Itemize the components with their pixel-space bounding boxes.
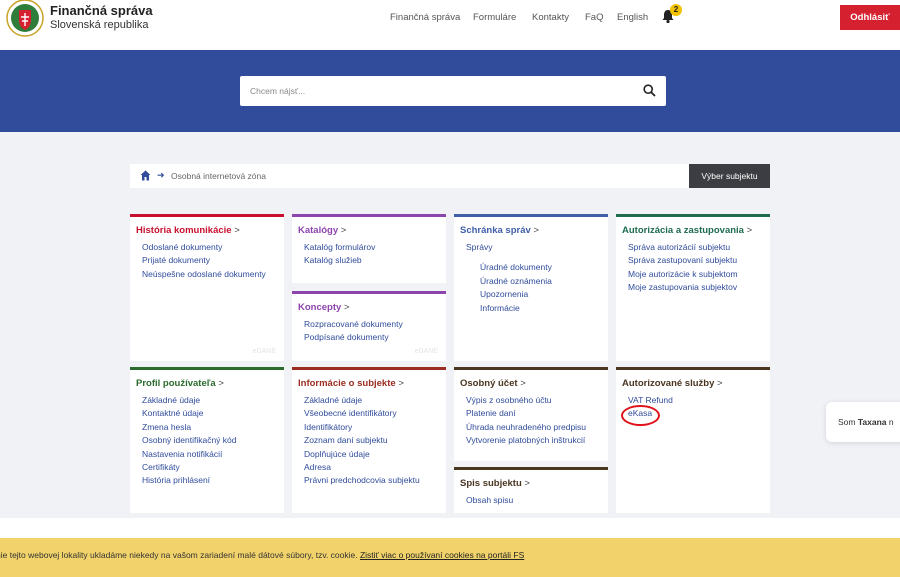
card-drafts-title[interactable]: Koncepty > <box>298 302 350 313</box>
link-messages[interactable]: Správy <box>466 241 552 254</box>
link-personal-id-code[interactable]: Osobný identifikačný kód <box>142 434 237 447</box>
nav-financna-sprava[interactable]: Finančná správa <box>390 12 460 23</box>
card-subject-info-title[interactable]: Informácie o subjekte > <box>298 378 404 389</box>
card-mailbox-title[interactable]: Schránka správ > <box>460 225 539 236</box>
brand-title: Finančná správa <box>50 3 153 18</box>
card-catalogs-title[interactable]: Katalógy > <box>298 225 346 236</box>
link-subject-authorizations[interactable]: Správa autorizácií subjektu <box>628 241 738 254</box>
logout-button[interactable]: Odhlásiť <box>840 5 900 30</box>
card-authorization: Autorizácia a zastupovania > Správa auto… <box>616 214 770 361</box>
link-contact-data[interactable]: Kontaktné údaje <box>142 407 237 420</box>
link-information[interactable]: Informácie <box>466 302 552 315</box>
link-forms-catalog[interactable]: Katalóg formulárov <box>304 241 375 254</box>
card-subject-file: Spis subjektu > Obsah spisu <box>454 467 608 513</box>
assistant-name: Taxana <box>857 417 887 427</box>
cookie-bar: nie tejto webovej lokality ukladáme niek… <box>0 538 900 577</box>
link-subject-basic-data[interactable]: Základné údaje <box>304 394 420 407</box>
watermark: eDANE <box>414 348 438 355</box>
brand-subtitle: Slovenská republika <box>50 19 149 31</box>
breadcrumb-current: Osobná internetová zóna <box>171 171 266 181</box>
link-general-identifiers[interactable]: Všeobecné identifikátory <box>304 407 420 420</box>
card-personal-account: Osobný účet > Výpis z osobného účtu Plat… <box>454 367 608 461</box>
link-notification-settings[interactable]: Nastavenia notifikácií <box>142 448 237 461</box>
link-pay-outstanding[interactable]: Úhrada neuhradeného predpisu <box>466 421 586 434</box>
card-mailbox: Schránka správ > Správy Úradné dokumenty… <box>454 214 608 361</box>
link-basic-data[interactable]: Základné údaje <box>142 394 237 407</box>
link-official-documents[interactable]: Úradné dokumenty <box>466 261 552 274</box>
link-subject-representations[interactable]: Správa zastupovaní subjektu <box>628 254 738 267</box>
page-footer-strip <box>0 518 900 538</box>
link-login-history[interactable]: História prihlásení <box>142 474 237 487</box>
link-official-notices[interactable]: Úradné oznámenia <box>466 275 552 288</box>
search-input[interactable]: Chcem nájsť... <box>240 76 666 106</box>
chat-text: Som Taxana n <box>838 417 894 427</box>
link-draft-documents[interactable]: Rozpracované dokumenty <box>304 318 403 331</box>
notification-badge: 2 <box>670 4 682 16</box>
link-my-representations[interactable]: Moje zastupovania subjektov <box>628 281 738 294</box>
cookie-info-link[interactable]: Zistiť viac o používaní cookies na portá… <box>360 550 524 560</box>
link-payment-instructions[interactable]: Vytvorenie platobných inštrukcií <box>466 434 586 447</box>
cookie-text: nie tejto webovej lokality ukladáme niek… <box>0 550 525 560</box>
card-personal-account-title[interactable]: Osobný účet > <box>460 378 526 389</box>
nav-kontakty[interactable]: Kontakty <box>532 12 569 23</box>
card-profile-title[interactable]: Profil používateľa > <box>136 378 224 389</box>
link-additional-data[interactable]: Doplňujúce údaje <box>304 448 420 461</box>
arrow-right-icon: ➜ <box>157 170 165 180</box>
coat-of-arms-logo[interactable] <box>6 0 44 40</box>
link-identifiers[interactable]: Identifikátory <box>304 421 420 434</box>
card-subject-file-title[interactable]: Spis subjektu > <box>460 478 530 489</box>
link-certificates[interactable]: Certifikáty <box>142 461 237 474</box>
link-sent-documents[interactable]: Odoslané dokumenty <box>142 241 266 254</box>
ekasa-highlight-circle <box>621 405 660 426</box>
link-my-authorizations[interactable]: Moje autorizácie k subjektom <box>628 268 738 281</box>
link-address[interactable]: Adresa <box>304 461 420 474</box>
link-pay-taxes[interactable]: Platenie daní <box>466 407 586 420</box>
card-authorization-title[interactable]: Autorizácia a zastupovania > <box>622 225 752 236</box>
link-services-catalog[interactable]: Katalóg služieb <box>304 254 375 267</box>
search-hero: Chcem nájsť... <box>0 50 900 132</box>
card-subject-info: Informácie o subjekte > Základné údaje V… <box>292 367 446 513</box>
card-user-profile: Profil používateľa > Základné údaje Kont… <box>130 367 284 513</box>
card-authorized-services: Autorizované služby > VAT Refund eKasa <box>616 367 770 513</box>
chat-assistant-bubble[interactable]: Som Taxana n <box>826 402 900 442</box>
card-authorized-services-title[interactable]: Autorizované služby > <box>622 378 723 389</box>
watermark: eDANE <box>252 348 276 355</box>
nav-english[interactable]: English <box>617 12 648 23</box>
breadcrumb: ➜ Osobná internetová zóna <box>130 164 689 188</box>
card-history-title[interactable]: História komunikácie > <box>136 225 240 236</box>
card-history: História komunikácie > Odoslané dokument… <box>130 214 284 361</box>
nav-faq[interactable]: FaQ <box>585 12 603 23</box>
nav-formulare[interactable]: Formuláre <box>473 12 516 23</box>
link-subject-taxes[interactable]: Zoznam daní subjektu <box>304 434 420 447</box>
search-icon[interactable] <box>643 84 656 97</box>
link-signed-documents[interactable]: Podpísané dokumenty <box>304 331 403 344</box>
link-account-statement[interactable]: Výpis z osobného účtu <box>466 394 586 407</box>
home-icon[interactable] <box>140 170 151 181</box>
select-subject-button[interactable]: Výber subjektu <box>689 164 770 188</box>
link-file-contents[interactable]: Obsah spisu <box>466 494 513 507</box>
link-failed-documents[interactable]: Neúspešne odoslané dokumenty <box>142 268 266 281</box>
link-warnings[interactable]: Upozornenia <box>466 288 552 301</box>
link-received-documents[interactable]: Prijaté dokumenty <box>142 254 266 267</box>
card-drafts: Koncepty > Rozpracované dokumenty Podpís… <box>292 291 446 361</box>
top-header: Finančná správa Slovenská republika Fina… <box>0 0 900 50</box>
search-placeholder: Chcem nájsť... <box>250 86 306 96</box>
card-catalogs: Katalógy > Katalóg formulárov Katalóg sl… <box>292 214 446 283</box>
link-legal-predecessors[interactable]: Právni predchodcovia subjektu <box>304 474 420 487</box>
link-change-password[interactable]: Zmena hesla <box>142 421 237 434</box>
